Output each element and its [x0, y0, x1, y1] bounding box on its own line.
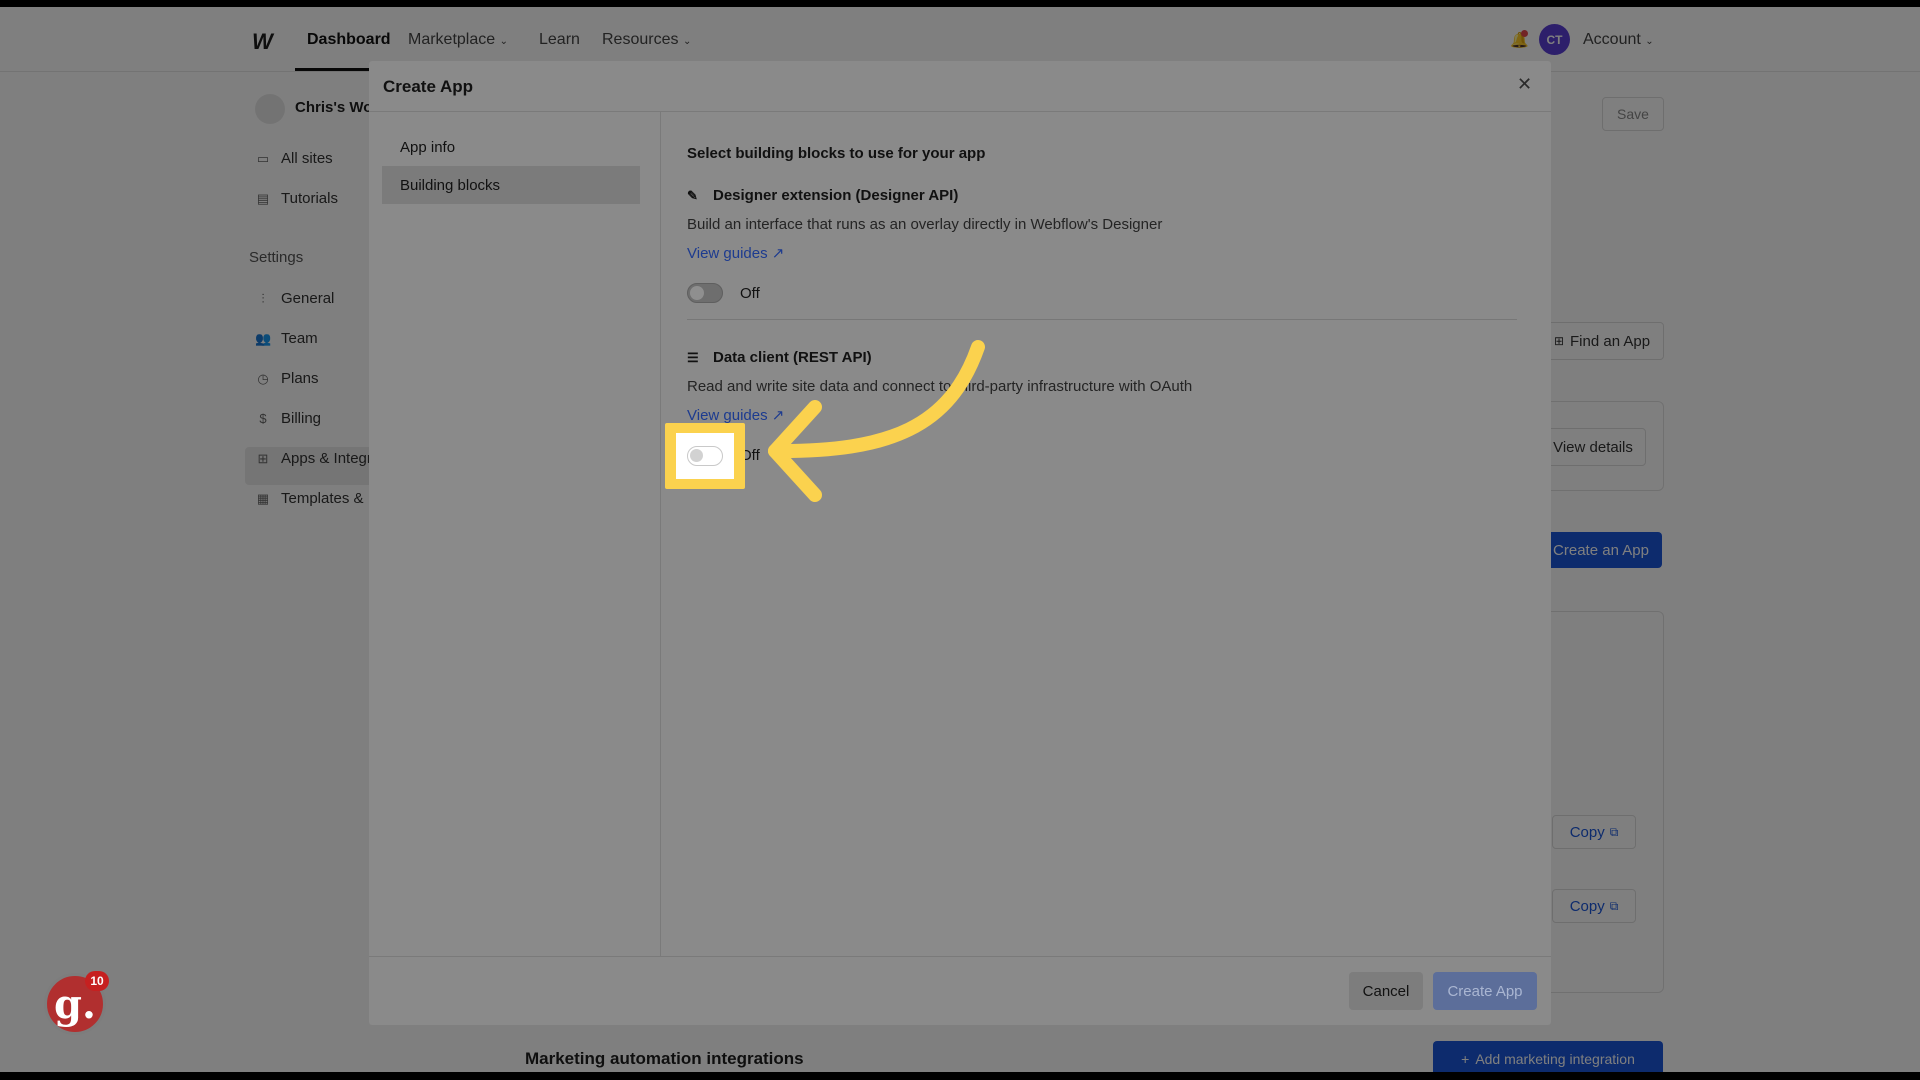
- arrow-shaft: [768, 340, 985, 459]
- screen: W Dashboard Marketplace ⌄ Learn Resource…: [0, 7, 1920, 1072]
- annotation-arrow: [768, 340, 985, 502]
- notification-count-badge: 10: [85, 971, 109, 991]
